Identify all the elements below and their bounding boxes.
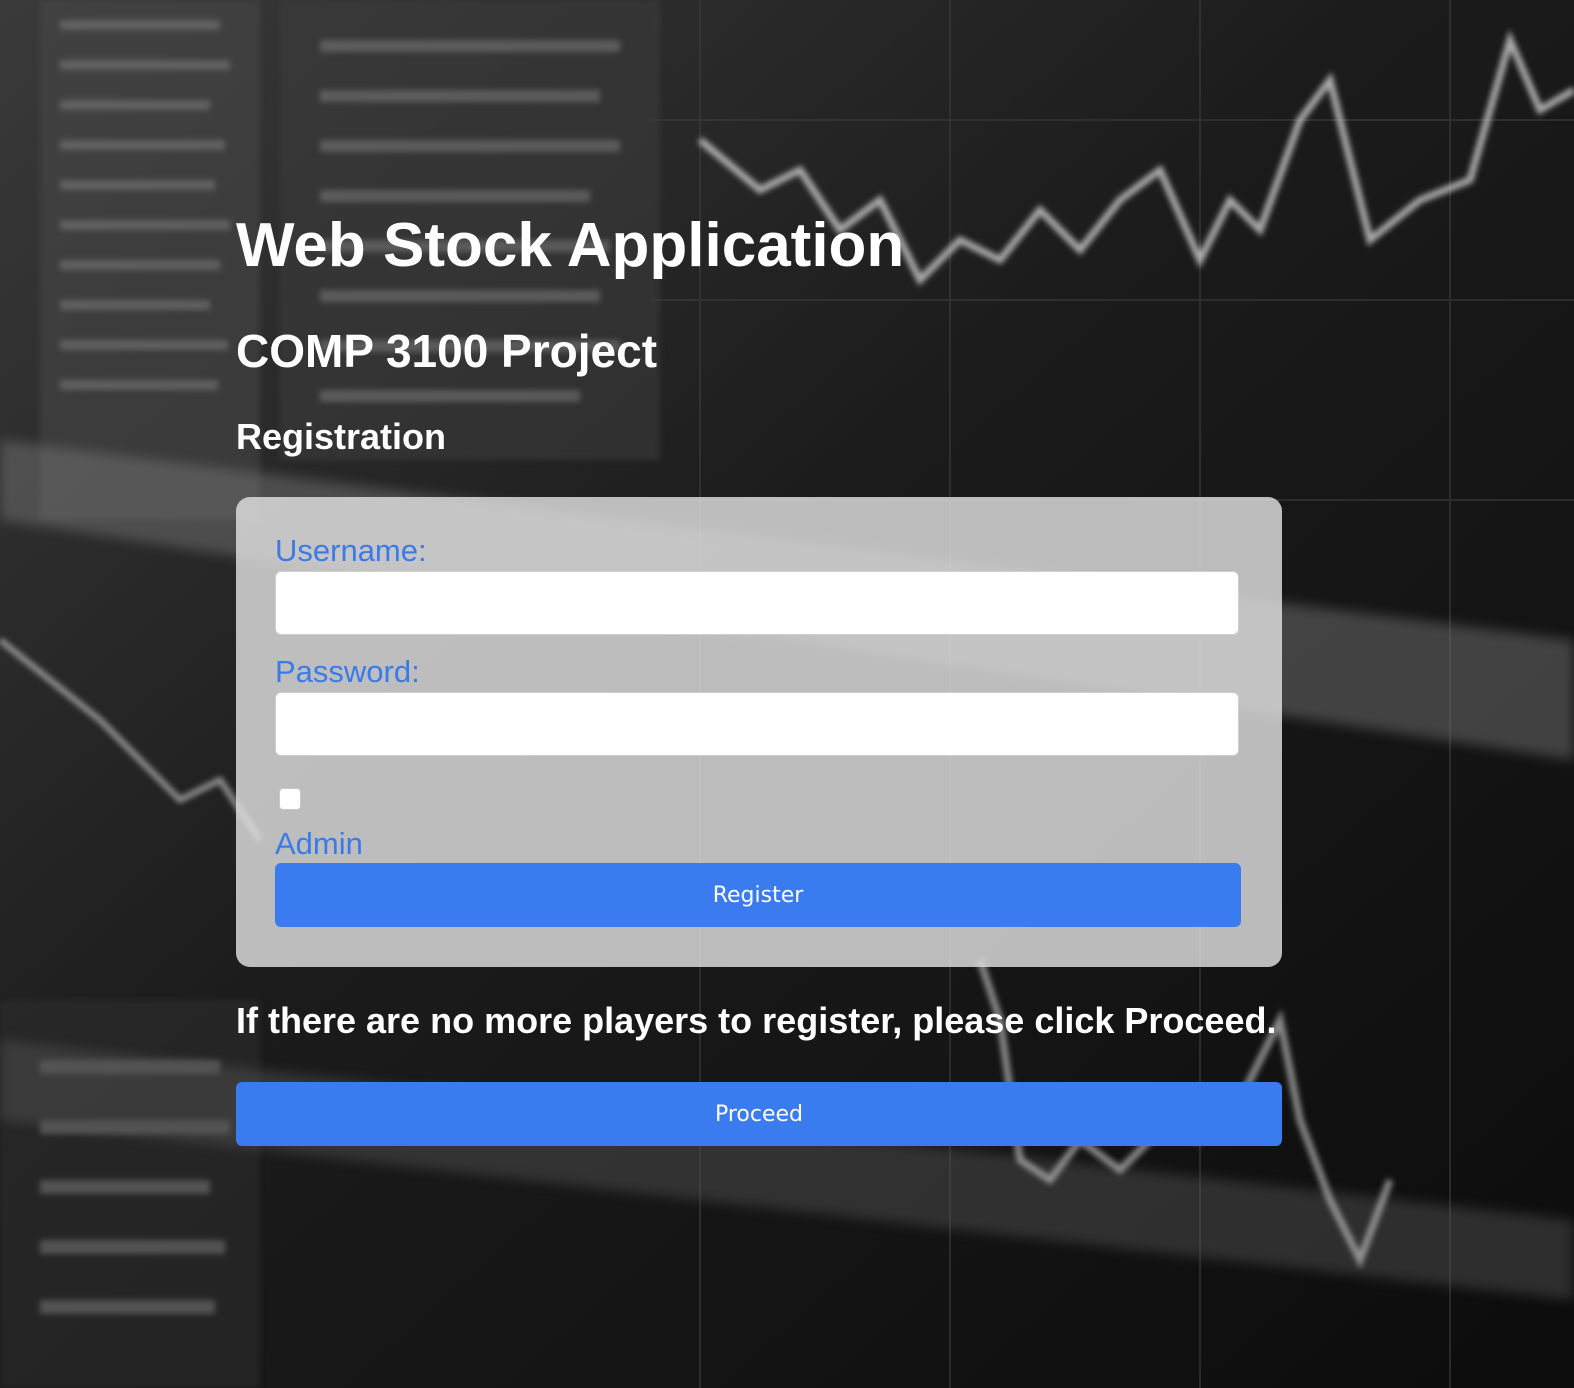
page-title: Web Stock Application — [236, 211, 905, 280]
register-button[interactable]: Register — [275, 863, 1241, 927]
admin-label: Admin — [275, 826, 363, 861]
password-input[interactable] — [275, 692, 1239, 756]
password-label: Password: — [275, 654, 420, 689]
username-input[interactable] — [275, 571, 1239, 635]
proceed-button[interactable]: Proceed — [236, 1082, 1282, 1146]
username-label: Username: — [275, 533, 427, 568]
admin-checkbox[interactable] — [279, 788, 301, 810]
registration-form: Username: Password: Admin Register — [236, 497, 1282, 967]
proceed-notice: If there are no more players to register… — [236, 1000, 1277, 1041]
section-heading: Registration — [236, 416, 447, 457]
page-subtitle: COMP 3100 Project — [236, 325, 658, 377]
